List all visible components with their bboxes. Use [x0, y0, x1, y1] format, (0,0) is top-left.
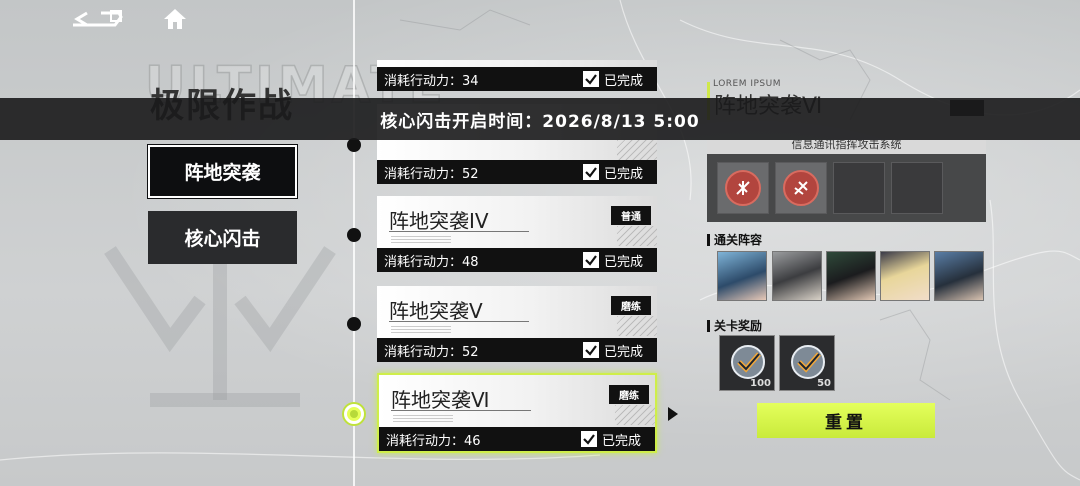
- timeline-node: [347, 138, 361, 152]
- card-hatch: [617, 316, 657, 336]
- reward-item[interactable]: 50: [779, 335, 835, 391]
- team-portrait[interactable]: [934, 251, 984, 301]
- stage-card[interactable]: 阵地突袭IV 普通 消耗行动力：48 已完成: [377, 196, 657, 272]
- status-text: 已完成: [603, 254, 643, 270]
- stage-name: 阵地突袭Ⅴ: [389, 299, 483, 323]
- divider: [389, 321, 529, 322]
- fine-print: [393, 415, 453, 423]
- team-label: 通关阵容: [707, 231, 762, 248]
- stage-cost: 消耗行动力：46: [386, 433, 481, 449]
- stage-cost-bar: 消耗行动力：46 已完成: [379, 427, 655, 451]
- stage-name: 阵地突袭IV: [389, 209, 489, 233]
- enemy-slot-empty: [833, 162, 885, 214]
- stage-name: 阵地突袭Ⅵ: [391, 388, 490, 412]
- card-hatch: [617, 226, 657, 246]
- home-icon: [162, 7, 188, 35]
- card-hatch: [615, 405, 655, 425]
- stage-cost: 消耗行动力：52: [384, 166, 479, 182]
- difficulty-badge: 磨练: [611, 296, 651, 315]
- home-button[interactable]: [160, 6, 190, 36]
- detail-subtitle: 信息通讯指挥攻击系统: [707, 140, 986, 154]
- status-text: 已完成: [603, 344, 643, 360]
- team-portrait[interactable]: [826, 251, 876, 301]
- mode-button-assault[interactable]: 阵地突袭: [147, 144, 298, 199]
- divider: [389, 231, 529, 232]
- enemy-slot[interactable]: [717, 162, 769, 214]
- enemy-type-icon: [783, 170, 819, 206]
- fine-print: [391, 326, 451, 334]
- stage-cost: 消耗行动力：48: [384, 254, 479, 270]
- reward-qty: 100: [750, 378, 771, 389]
- stage-cost-bar: 消耗行动力：52 已完成: [377, 160, 657, 184]
- stage-status: 已完成: [580, 430, 641, 449]
- checkbox-icon: [582, 71, 599, 87]
- reset-button[interactable]: 重置: [757, 403, 935, 438]
- back-button[interactable]: [70, 6, 126, 36]
- stage-status: 已完成: [582, 251, 643, 270]
- reward-qty: 50: [817, 378, 831, 389]
- stage-cost-bar: 消耗行动力：48 已完成: [377, 248, 657, 272]
- stage-status: 已完成: [582, 163, 643, 182]
- timeline-node: [347, 228, 361, 242]
- enemy-slot-empty: [891, 162, 943, 214]
- enemy-panel: 信息通讯指挥攻击系统: [707, 140, 986, 222]
- enemy-type-icon: [725, 170, 761, 206]
- mode-button-core-strike[interactable]: 核心闪击: [148, 211, 297, 264]
- status-text: 已完成: [603, 166, 643, 182]
- team-portrait[interactable]: [772, 251, 822, 301]
- stage-card[interactable]: 消耗行动力：34 已完成: [377, 60, 657, 91]
- back-icon: [71, 7, 125, 35]
- stage-status: 已完成: [582, 341, 643, 360]
- enemy-slot[interactable]: [775, 162, 827, 214]
- reward-item[interactable]: 100: [719, 335, 775, 391]
- team-portrait[interactable]: [717, 251, 767, 301]
- selected-arrow-icon: [668, 407, 678, 421]
- checkbox-icon: [582, 252, 599, 268]
- announcement-text: 核心闪击开启时间：2026/8/13 5:00: [380, 111, 700, 132]
- card-hatch: [617, 140, 657, 160]
- announcement-banner: 核心闪击开启时间：2026/8/13 5:00: [0, 98, 1080, 140]
- stage-card[interactable]: 阵地突袭Ⅴ 磨练 消耗行动力：52 已完成: [377, 286, 657, 362]
- reward-label: 关卡奖励: [707, 317, 762, 334]
- timeline-node: [347, 317, 361, 331]
- difficulty-badge: 普通: [611, 206, 651, 225]
- checkbox-icon: [580, 431, 597, 447]
- stage-cost-bar: 消耗行动力：34 已完成: [377, 67, 657, 91]
- status-text: 已完成: [603, 73, 643, 89]
- checkbox-icon: [582, 164, 599, 180]
- timeline-node-active: [344, 404, 364, 424]
- fine-print: [391, 236, 451, 244]
- stage-cost: 消耗行动力：34: [384, 73, 479, 89]
- stage-cost-bar: 消耗行动力：52 已完成: [377, 338, 657, 362]
- status-text: 已完成: [601, 433, 641, 449]
- checkbox-icon: [582, 342, 599, 358]
- stage-card-selected[interactable]: 阵地突袭Ⅵ 磨练 消耗行动力：46 已完成: [377, 373, 657, 453]
- team-portrait[interactable]: [880, 251, 930, 301]
- stage-status: 已完成: [582, 70, 643, 89]
- difficulty-badge: 磨练: [609, 385, 649, 404]
- divider: [391, 410, 531, 411]
- stage-cost: 消耗行动力：52: [384, 344, 479, 360]
